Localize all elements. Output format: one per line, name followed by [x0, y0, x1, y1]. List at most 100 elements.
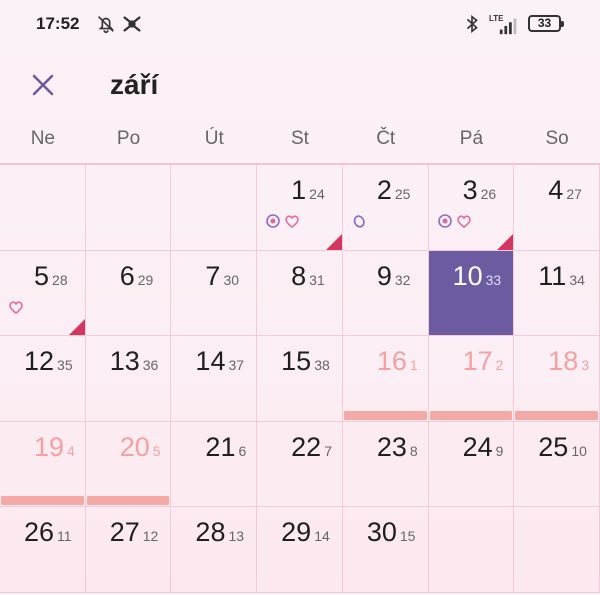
cycle-day-label: 25: [394, 186, 411, 202]
day-cell[interactable]: 6 29: [85, 250, 172, 336]
date-label: 4: [548, 175, 564, 205]
day-cell[interactable]: 5 28: [0, 250, 86, 336]
status-bar: 17:52 LTE 33: [0, 0, 600, 50]
ovulation-icon: [266, 214, 280, 228]
cycle-day-label: 35: [57, 357, 73, 373]
empty-cell: [0, 165, 86, 251]
date-label: 28: [195, 517, 226, 547]
day-cell[interactable]: 24 9: [428, 421, 515, 507]
day-cell[interactable]: 8 31: [257, 250, 343, 336]
day-cell[interactable]: 28 13: [171, 507, 258, 593]
date-label: 1: [291, 175, 307, 205]
cycle-day-label: 32: [394, 271, 411, 288]
weekday-label: Čt: [376, 128, 396, 149]
cycle-day-label: 4: [67, 442, 75, 459]
day-symbols: [351, 213, 370, 229]
note-marker: [497, 233, 514, 250]
cycle-day-label: 33: [485, 271, 502, 288]
bluetooth-icon: [466, 14, 478, 34]
cycle-day-label: 14: [314, 528, 330, 544]
weekday-label: Pá: [459, 128, 484, 149]
day-cell[interactable]: 12 35: [0, 336, 86, 422]
day-number: 14 37: [195, 346, 244, 377]
date-label: 20: [119, 431, 150, 462]
day-cell[interactable]: 29 14: [257, 507, 343, 593]
cycle-day-label: 27: [566, 186, 582, 202]
cycle-day-label: 31: [309, 271, 325, 288]
day-cell[interactable]: 27 12: [85, 507, 172, 593]
day-cell[interactable]: 22 7: [257, 421, 343, 507]
day-number: 13 36: [110, 346, 159, 377]
day-number: 24 9: [463, 432, 504, 463]
signal-icon: [499, 18, 517, 35]
day-cell[interactable]: 1 24: [257, 165, 343, 251]
close-icon[interactable]: [28, 70, 58, 100]
notifications-muted-icon: [98, 16, 114, 34]
date-label: 15: [281, 346, 312, 376]
day-number: 8 31: [291, 261, 325, 292]
day-cell[interactable]: 17 2: [428, 336, 515, 422]
day-number: 2 25: [377, 175, 411, 206]
cycle-day-label: 8: [409, 442, 418, 459]
day-number: 6 29: [120, 261, 154, 292]
oval-icon: [353, 215, 365, 228]
heart-icon: [285, 215, 299, 228]
day-number: 15 38: [281, 346, 330, 377]
cycle-day-label: 26: [480, 186, 497, 202]
day-cell[interactable]: 20 5: [85, 421, 172, 507]
cycle-day-label: 13: [228, 528, 245, 544]
cycle-day-label: 30: [223, 271, 240, 288]
cycle-day-label: 10: [571, 442, 587, 459]
date-label: 21: [205, 431, 236, 462]
day-cell[interactable]: 13 36: [85, 336, 172, 422]
cycle-day-label: 3: [581, 357, 590, 373]
date-label: 11: [538, 260, 567, 291]
day-cell[interactable]: 4 27: [514, 165, 600, 251]
day-symbols: [8, 299, 27, 315]
day-cell[interactable]: 25 10: [514, 421, 600, 507]
date-label: 9: [376, 260, 392, 291]
cycle-day-label: 6: [238, 442, 247, 459]
day-cell[interactable]: 21 6: [171, 421, 258, 507]
day-number: 7 30: [205, 261, 239, 292]
day-number: 18 3: [548, 346, 589, 377]
day-cell[interactable]: 2 25: [342, 165, 429, 251]
date-label: 27: [109, 517, 140, 547]
date-label: 30: [366, 517, 397, 547]
date-label: 19: [34, 431, 65, 462]
weekday-label: So: [545, 128, 569, 149]
heart-icon: [9, 300, 23, 314]
day-cell[interactable]: 30 15: [342, 507, 429, 593]
cycle-day-label: 11: [57, 528, 72, 544]
day-number: 10 33: [453, 261, 502, 292]
app-notification-icon: [123, 16, 141, 32]
cycle-day-label: 28: [52, 271, 68, 288]
date-label: 8: [291, 260, 307, 291]
day-cell[interactable]: 14 37: [171, 336, 258, 422]
header: září: [0, 58, 600, 114]
day-cell[interactable]: 9 32: [342, 250, 429, 336]
day-cell[interactable]: 18 3: [514, 336, 600, 422]
period-bar: [86, 496, 170, 505]
date-label: 12: [24, 346, 55, 376]
day-cell[interactable]: 26 11: [0, 507, 86, 593]
day-number: 27 12: [110, 517, 159, 548]
note-marker: [325, 233, 342, 250]
day-cell[interactable]: 19 4: [0, 421, 86, 507]
day-cell[interactable]: 23 8: [342, 421, 429, 507]
day-cell[interactable]: 15 38: [257, 336, 343, 422]
note-marker: [68, 319, 85, 335]
heart-icon: [456, 215, 471, 228]
date-label: 18: [548, 346, 579, 376]
clock: 17:52: [36, 14, 80, 33]
day-cell[interactable]: 3 26: [428, 165, 515, 251]
cycle-day-label: 34: [569, 271, 585, 288]
day-number: 4 27: [548, 175, 582, 206]
day-cell[interactable]: 16 1: [342, 336, 429, 422]
cycle-day-label: 15: [399, 528, 416, 544]
date-label: 6: [119, 260, 135, 291]
day-cell-today[interactable]: 10 33: [428, 250, 515, 336]
battery-icon: 33: [528, 15, 564, 32]
day-cell[interactable]: 7 30: [171, 250, 258, 336]
day-cell[interactable]: 11 34: [514, 250, 600, 336]
